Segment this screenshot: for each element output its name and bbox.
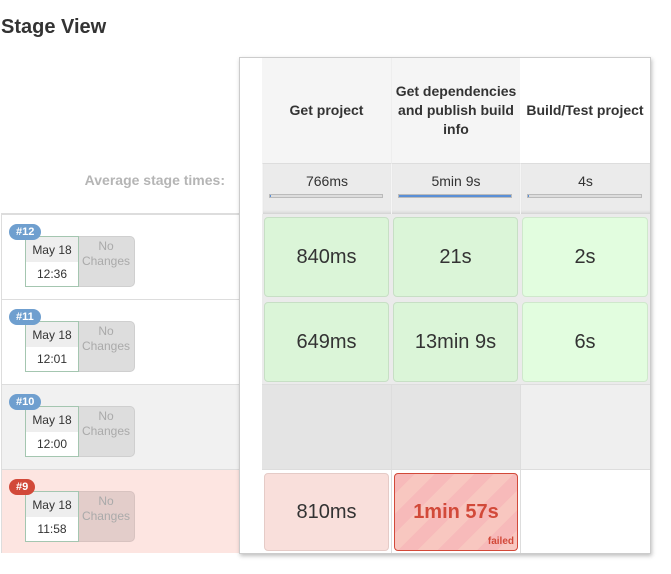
stage-average: 766ms [262,163,391,214]
stage-cell: 1min 57s failed [391,469,520,553]
build-date-box[interactable]: May 18 12:01 [25,321,79,372]
build-time: 12:36 [36,267,68,281]
build-number-badge[interactable]: #9 [9,479,36,495]
stage-duration: 1min 57s [413,500,499,523]
stage-cell: 810ms [262,469,391,553]
stage-average-time: 5min 9s [431,173,481,189]
build-row: #10 May 18 12:00 No Changes [1,384,240,469]
stage-average-bar-fill [528,195,530,197]
stage-cell-empty [391,384,520,469]
stage-duration-box[interactable]: 21s [393,217,518,297]
stage-duration-box[interactable]: 649ms [264,302,389,382]
stage-table: Get project 766ms 840ms 649ms 810ms Get … [239,57,651,554]
stage-average: 5min 9s [391,163,520,214]
average-stage-times-label: Average stage times: [84,172,225,188]
changes-box[interactable]: No Changes [77,491,135,542]
stage-cell: 649ms [262,299,391,384]
stage-cell-empty [262,384,391,469]
stage-cell-not-run [520,469,650,553]
stage-duration-box[interactable]: 6s [522,302,648,382]
stage-header[interactable]: Build/Test project [520,58,650,163]
build-date: May 18 [26,237,78,262]
stage-header[interactable]: Get project [262,58,391,163]
stage-cell: 6s [520,299,650,384]
stage-cell: 21s [391,214,520,299]
build-date-box[interactable]: May 18 11:58 [25,491,79,542]
build-number-badge[interactable]: #12 [9,224,42,240]
stage-failed-box[interactable]: 1min 57s failed [394,473,518,551]
stage-average-time: 766ms [305,173,349,189]
stage-average: 4s [520,163,650,214]
page-title: Stage View [1,16,107,38]
stage-cell: 2s [520,214,650,299]
changes-box[interactable]: No Changes [77,236,135,287]
stage-cell-empty [520,384,650,469]
stage-average-bar-fill [270,195,271,197]
stage-average-bar [398,194,512,198]
build-time: 11:58 [37,522,67,536]
build-date: May 18 [26,492,78,517]
stage-header[interactable]: Get dependencies and publish build info [391,58,520,163]
build-row: #11 May 18 12:01 No Changes [1,299,240,384]
stage-duration-box[interactable]: 810ms [264,473,389,551]
stage-average-bar [527,194,642,198]
stage-average-time: 4s [578,173,593,189]
stage-duration-box[interactable]: 13min 9s [393,302,518,382]
changes-box[interactable]: No Changes [77,321,135,372]
build-date: May 18 [26,322,78,347]
stage-duration-box[interactable]: 2s [522,217,648,297]
build-time: 12:01 [36,352,68,366]
stage-average-bar-fill [399,195,511,197]
stage-average-bar [269,194,383,198]
changes-box[interactable]: No Changes [77,406,135,457]
build-row: #12 May 18 12:36 No Changes [1,213,240,299]
failed-label: failed [487,536,514,547]
stage-cell: 840ms [262,214,391,299]
stage-cell: 13min 9s [391,299,520,384]
stage-duration-box[interactable]: 840ms [264,217,389,297]
build-date-box[interactable]: May 18 12:00 [25,406,79,457]
build-number-badge[interactable]: #10 [9,394,42,410]
build-number-badge[interactable]: #11 [9,309,41,325]
build-time: 12:00 [36,437,68,451]
build-date-box[interactable]: May 18 12:36 [25,236,79,287]
build-date: May 18 [26,407,78,432]
build-row: #9 May 18 11:58 No Changes [1,469,240,553]
